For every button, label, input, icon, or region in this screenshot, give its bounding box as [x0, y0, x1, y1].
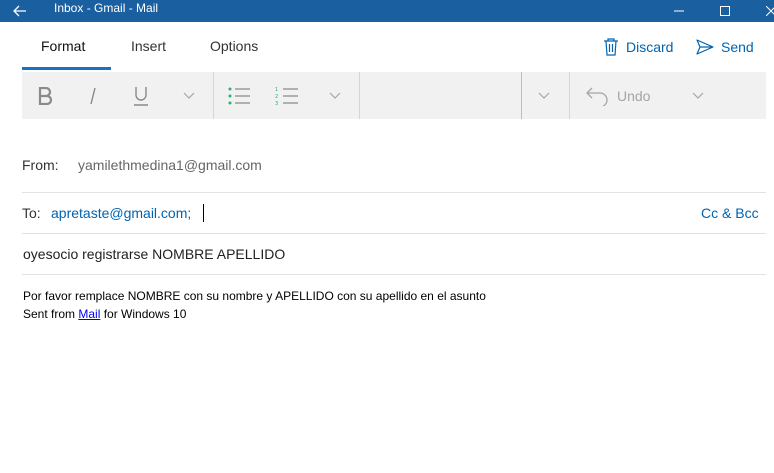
numbered-list-icon: 1 2 3: [275, 87, 298, 106]
italic-button[interactable]: [80, 72, 106, 119]
tab-options[interactable]: Options: [210, 37, 258, 55]
minimize-button[interactable]: [656, 0, 702, 22]
tab-format[interactable]: Format: [41, 37, 85, 55]
styles-dropdown[interactable]: [533, 72, 555, 119]
font-options-dropdown[interactable]: [178, 72, 200, 119]
signature-prefix: Sent from: [23, 307, 79, 321]
to-label: To:: [22, 205, 41, 221]
to-recipient[interactable]: apretaste@gmail.com;: [51, 205, 191, 221]
numbering-button[interactable]: 1 2 3: [272, 72, 302, 119]
bold-button[interactable]: [32, 72, 58, 119]
undo-label: Undo: [617, 87, 651, 104]
svg-text:3: 3: [275, 101, 278, 106]
mail-link[interactable]: Mail: [78, 307, 100, 321]
active-tab-indicator: [22, 67, 111, 70]
formatting-toolbar: 1 2 3 Undo: [22, 72, 766, 119]
paragraph-options-dropdown[interactable]: [324, 72, 346, 119]
send-button[interactable]: Send: [696, 37, 754, 57]
discard-button[interactable]: Discard: [603, 37, 673, 57]
trash-icon: [604, 38, 618, 56]
svg-text:2: 2: [275, 94, 278, 100]
close-icon: [766, 6, 774, 16]
chevron-down-icon: [538, 92, 550, 99]
styles-divider: [521, 72, 522, 119]
undo-button[interactable]: Undo: [585, 72, 665, 119]
divider: [22, 192, 766, 193]
maximize-button[interactable]: [702, 0, 748, 22]
bold-icon: [38, 86, 52, 105]
cc-bcc-link[interactable]: Cc & Bcc: [701, 205, 759, 221]
bulleted-list-icon: [228, 87, 250, 104]
undo-dropdown[interactable]: [687, 72, 709, 119]
divider: [22, 274, 766, 275]
signature: Sent from Mail for Windows 10: [23, 306, 186, 322]
from-account-selector[interactable]: yamilethmedina1@gmail.com: [78, 157, 262, 173]
chevron-down-icon: [183, 92, 195, 99]
text-cursor: [203, 204, 204, 222]
undo-icon: [586, 87, 608, 106]
toolbar-divider: [359, 72, 360, 119]
back-button[interactable]: [10, 0, 30, 22]
bullets-button[interactable]: [224, 72, 254, 119]
divider: [22, 233, 766, 234]
back-arrow-icon: [13, 5, 26, 17]
window-title: Inbox - Gmail - Mail: [54, 1, 159, 15]
body-text[interactable]: Por favor remplace NOMBRE con su nombre …: [23, 288, 486, 304]
subject-field[interactable]: oyesocio registrarse NOMBRE APELLIDO: [23, 246, 285, 262]
italic-icon: [90, 87, 96, 104]
send-label: Send: [721, 39, 754, 55]
toolbar-divider: [569, 72, 570, 119]
signature-suffix: for Windows 10: [100, 307, 187, 321]
tab-insert[interactable]: Insert: [131, 37, 166, 55]
minimize-icon: [674, 10, 684, 12]
toolbar-divider: [213, 72, 214, 119]
svg-text:1: 1: [275, 87, 278, 93]
from-label: From:: [22, 157, 59, 173]
title-bar: Inbox - Gmail - Mail: [0, 0, 774, 22]
close-button[interactable]: [748, 0, 774, 22]
maximize-icon: [720, 6, 730, 16]
underline-icon: [134, 86, 148, 106]
underline-button[interactable]: [128, 72, 154, 119]
discard-label: Discard: [626, 39, 674, 55]
chevron-down-icon: [329, 92, 341, 99]
chevron-down-icon: [692, 92, 704, 99]
send-icon: [696, 39, 714, 55]
